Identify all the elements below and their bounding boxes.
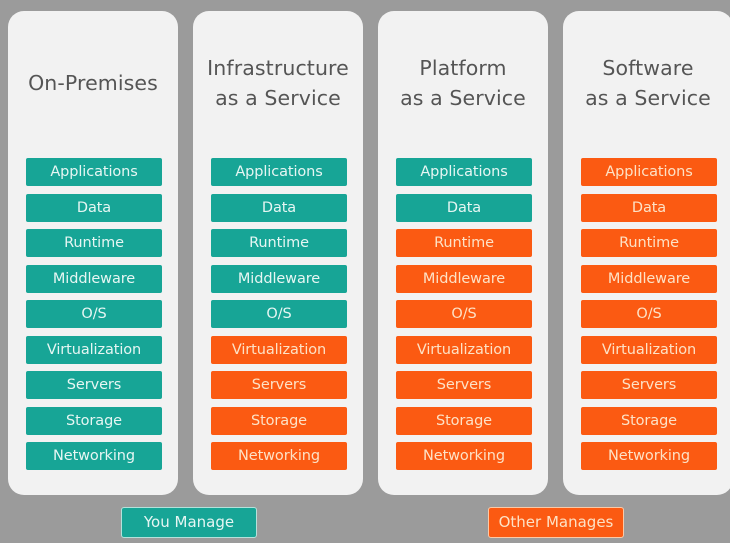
layer-storage: Storage	[396, 406, 532, 435]
layer-networking: Networking	[211, 442, 347, 470]
column-title-line: as a Service	[585, 86, 711, 110]
layer-applications: Applications	[26, 158, 162, 186]
layer-networking: Networking	[396, 442, 532, 470]
column-saas: Software as a Service Applications Data Ru…	[563, 11, 730, 495]
layer-o-s: O/S	[581, 300, 717, 328]
column-title-line: Platform	[419, 56, 507, 80]
legend-other-manages: Other Manages	[488, 507, 624, 538]
layer-data: Data	[211, 193, 347, 222]
layer-o-s: O/S	[26, 300, 162, 328]
layer-virtualization: Virtualization	[26, 335, 162, 364]
layer-runtime: Runtime	[396, 229, 532, 257]
layer-o-s: O/S	[396, 300, 532, 328]
layer-runtime: Runtime	[581, 229, 717, 257]
column-paas: Platform as a Service Applications Data Ru…	[378, 11, 548, 495]
column-title: On-Premises	[8, 68, 178, 98]
column-title: Platform as a Service	[378, 53, 548, 113]
layer-runtime: Runtime	[26, 229, 162, 257]
layer-applications: Applications	[581, 158, 717, 186]
layer-middleware: Middleware	[211, 264, 347, 293]
layer-stack: Applications Data Runtime Middleware O/S Virt…	[211, 158, 347, 478]
layer-networking: Networking	[581, 442, 717, 470]
layer-middleware: Middleware	[581, 264, 717, 293]
column-title-line: Infrastructure	[207, 56, 349, 80]
layer-servers: Servers	[211, 371, 347, 399]
layer-o-s: O/S	[211, 300, 347, 328]
column-title-line: as a Service	[400, 86, 526, 110]
legend-you-manage: You Manage	[121, 507, 257, 538]
layer-data: Data	[26, 193, 162, 222]
layer-storage: Storage	[581, 406, 717, 435]
layer-virtualization: Virtualization	[396, 335, 532, 364]
layer-storage: Storage	[26, 406, 162, 435]
layer-middleware: Middleware	[396, 264, 532, 293]
layer-applications: Applications	[211, 158, 347, 186]
layer-servers: Servers	[396, 371, 532, 399]
layer-data: Data	[396, 193, 532, 222]
column-iaas: Infrastructure as a Service Applications…	[193, 11, 363, 495]
column-title: Infrastructure as a Service	[193, 53, 363, 113]
layer-networking: Networking	[26, 442, 162, 470]
layer-servers: Servers	[26, 371, 162, 399]
layer-stack: Applications Data Runtime Middleware O/S Virt…	[396, 158, 532, 478]
column-on-premises: On-Premises Applications Data Runtime Middl…	[8, 11, 178, 495]
column-title: Software as a Service	[563, 53, 730, 113]
layer-servers: Servers	[581, 371, 717, 399]
column-title-line: as a Service	[215, 86, 341, 110]
layer-virtualization: Virtualization	[211, 335, 347, 364]
layer-data: Data	[581, 193, 717, 222]
layer-stack: Applications Data Runtime Middleware O/S Virt…	[581, 158, 717, 478]
layer-applications: Applications	[396, 158, 532, 186]
layer-runtime: Runtime	[211, 229, 347, 257]
layer-stack: Applications Data Runtime Middleware O/S Virt…	[26, 158, 162, 478]
column-title-line: On-Premises	[28, 71, 158, 95]
layer-virtualization: Virtualization	[581, 335, 717, 364]
layer-middleware: Middleware	[26, 264, 162, 293]
column-title-line: Software	[602, 56, 694, 80]
layer-storage: Storage	[211, 406, 347, 435]
